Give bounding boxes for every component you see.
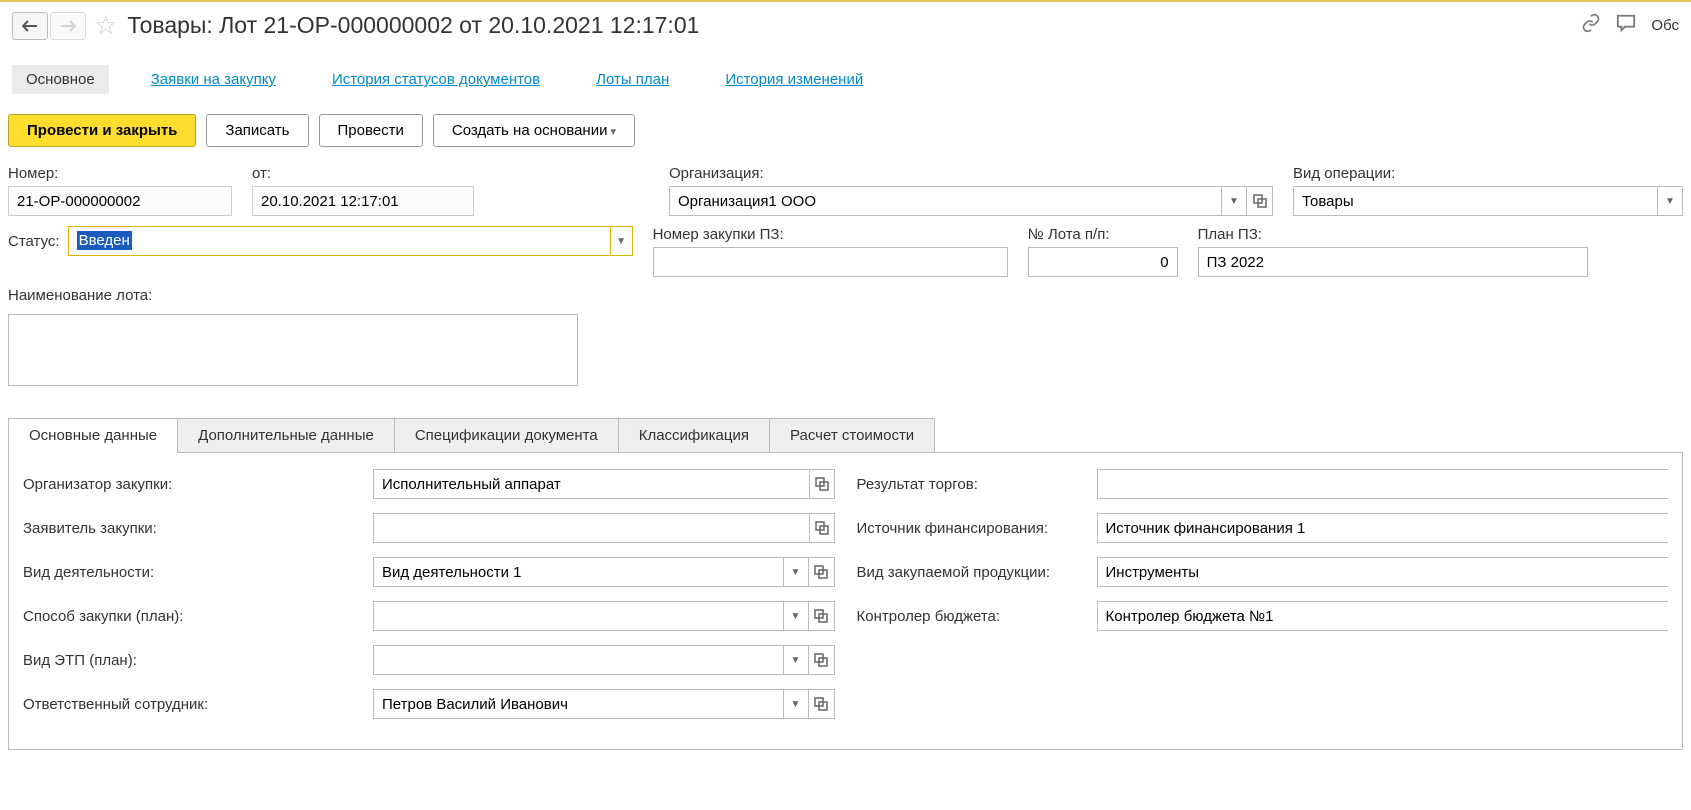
number-label: Номер: [8,165,232,182]
applicant-label: Заявитель закупки: [23,520,363,537]
purchase-no-label: Номер закупки ПЗ: [653,226,1008,243]
optype-label: Вид операции: [1293,165,1683,182]
etp-type-label: Вид ЭТП (план): [23,652,363,669]
purchase-method-dropdown-icon[interactable]: ▼ [783,601,809,631]
status-label: Статус: [8,233,60,250]
activity-field[interactable] [373,557,783,587]
back-button[interactable] [12,12,48,40]
forward-button[interactable] [50,12,86,40]
nav-tab-status-history[interactable]: История статусов документов [318,65,554,94]
budget-controller-label: Контролер бюджета: [857,608,1087,625]
save-button[interactable]: Записать [206,114,308,147]
activity-expand-icon[interactable] [809,557,835,587]
status-dropdown-icon[interactable]: ▼ [610,227,632,255]
finance-source-field[interactable] [1097,513,1669,543]
lot-no-field[interactable] [1028,247,1178,277]
org-dropdown-icon[interactable]: ▼ [1221,186,1247,216]
etp-type-expand-icon[interactable] [809,645,835,675]
toolbar: Провести и закрыть Записать Провести Соз… [0,104,1691,157]
nav-tab-lots-plan[interactable]: Лоты план [582,65,683,94]
organizer-field[interactable] [373,469,809,499]
lot-name-field[interactable] [8,314,578,386]
nav-tab-main[interactable]: Основное [12,65,109,94]
link-icon[interactable] [1581,13,1601,38]
responsible-label: Ответственный сотрудник: [23,696,363,713]
number-field[interactable] [8,186,232,216]
tab-cost-calc[interactable]: Расчет стоимости [769,418,935,452]
applicant-expand-icon[interactable] [809,513,835,543]
etp-type-field[interactable] [373,645,783,675]
nav-tab-requests[interactable]: Заявки на закупку [137,65,290,94]
lot-no-label: № Лота п/п: [1028,226,1178,243]
org-label: Организация: [669,165,1273,182]
tab-extra-data[interactable]: Дополнительные данные [177,418,395,452]
purchase-method-label: Способ закупки (план): [23,608,363,625]
detail-tabs: Основные данные Дополнительные данные Сп… [8,418,1683,453]
activity-label: Вид деятельности: [23,564,363,581]
lot-name-label: Наименование лота: [8,287,152,304]
bid-result-field[interactable] [1097,469,1669,499]
product-type-label: Вид закупаемой продукции: [857,564,1087,581]
budget-controller-field[interactable] [1097,601,1669,631]
nav-tab-change-history[interactable]: История изменений [711,65,877,94]
main-data-panel: Организатор закупки: Заявитель закупки: … [8,453,1683,750]
plan-field[interactable] [1198,247,1588,277]
optype-field[interactable] [1293,186,1657,216]
post-and-close-button[interactable]: Провести и закрыть [8,114,196,147]
org-expand-icon[interactable] [1247,186,1273,216]
purchase-method-field[interactable] [373,601,783,631]
responsible-field[interactable] [373,689,783,719]
applicant-field[interactable] [373,513,809,543]
tab-specs[interactable]: Спецификации документа [394,418,619,452]
discuss-label[interactable]: Обс [1651,17,1679,34]
plan-label: План ПЗ: [1198,226,1588,243]
create-based-button[interactable]: Создать на основании [433,114,635,147]
status-field[interactable]: Введен [69,227,610,255]
bid-result-label: Результат торгов: [857,476,1087,493]
date-label: от: [252,165,474,182]
purchase-method-expand-icon[interactable] [809,601,835,631]
org-field[interactable] [669,186,1221,216]
optype-dropdown-icon[interactable]: ▼ [1657,186,1683,216]
etp-type-dropdown-icon[interactable]: ▼ [783,645,809,675]
page-title: Товары: Лот 21-ОР-000000002 от 20.10.202… [127,12,1581,39]
product-type-field[interactable] [1097,557,1669,587]
tab-classification[interactable]: Классификация [618,418,770,452]
tab-main-data[interactable]: Основные данные [8,418,178,452]
section-nav: Основное Заявки на закупку История стату… [0,49,1691,104]
purchase-no-field[interactable] [653,247,1008,277]
favorite-star-icon[interactable]: ☆ [94,10,117,41]
organizer-label: Организатор закупки: [23,476,363,493]
responsible-dropdown-icon[interactable]: ▼ [783,689,809,719]
finance-source-label: Источник финансирования: [857,520,1087,537]
activity-dropdown-icon[interactable]: ▼ [783,557,809,587]
post-button[interactable]: Провести [319,114,423,147]
chat-icon[interactable] [1615,13,1637,38]
responsible-expand-icon[interactable] [809,689,835,719]
organizer-expand-icon[interactable] [809,469,835,499]
date-field[interactable] [252,186,474,216]
